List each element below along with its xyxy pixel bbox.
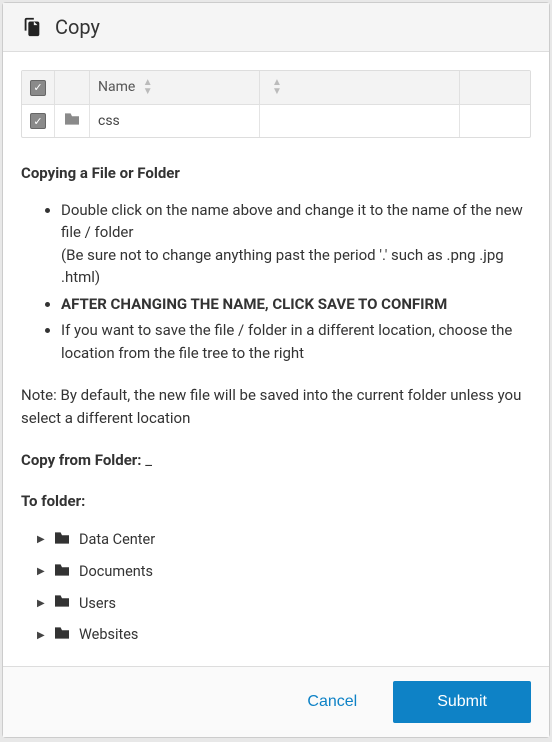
submit-button[interactable]: Submit bbox=[393, 681, 531, 723]
folder-icon bbox=[53, 626, 71, 644]
instructions-note: Note: By default, the new file will be s… bbox=[21, 384, 531, 429]
tree-item-documents[interactable]: ▶ Documents bbox=[37, 556, 531, 588]
last-column-header bbox=[460, 71, 531, 105]
tree-item-websites[interactable]: ▶ Websites bbox=[37, 619, 531, 651]
instruction-text: Double click on the name above and chang… bbox=[61, 201, 523, 242]
tree-item-users[interactable]: ▶ Users bbox=[37, 588, 531, 620]
folder-icon bbox=[53, 563, 71, 581]
instruction-item: If you want to save the file / folder in… bbox=[61, 319, 531, 364]
caret-right-icon: ▶ bbox=[37, 628, 45, 643]
dialog-title: Copy bbox=[55, 15, 100, 39]
folder-icon bbox=[63, 111, 81, 130]
blank-column-header[interactable]: ▲▼ bbox=[260, 71, 460, 105]
row-blank-cell bbox=[260, 105, 460, 138]
table-row[interactable]: ✓ css bbox=[22, 105, 530, 138]
name-column-label: Name bbox=[98, 79, 135, 95]
dialog-header: Copy bbox=[3, 3, 549, 52]
copy-icon bbox=[21, 16, 43, 38]
tree-item-label: Websites bbox=[79, 624, 138, 646]
folder-tree: ▶ Data Center ▶ Documents ▶ Users bbox=[21, 524, 531, 651]
tree-item-label: Data Center bbox=[79, 529, 155, 551]
instruction-item: Double click on the name above and chang… bbox=[61, 199, 531, 289]
caret-right-icon: ▶ bbox=[37, 532, 45, 547]
copy-from-value: _ bbox=[145, 451, 152, 469]
tree-item-label: Users bbox=[79, 593, 116, 615]
instruction-item-strong: AFTER CHANGING THE NAME, CLICK SAVE TO C… bbox=[61, 293, 531, 316]
type-column-header[interactable] bbox=[55, 71, 90, 105]
caret-right-icon: ▶ bbox=[37, 564, 45, 579]
instructions-list: Double click on the name above and chang… bbox=[21, 199, 531, 365]
caret-right-icon: ▶ bbox=[37, 596, 45, 611]
copy-from-label: Copy from Folder: bbox=[21, 451, 142, 469]
to-folder-label: To folder: bbox=[21, 490, 531, 513]
row-name-cell[interactable]: css bbox=[90, 105, 260, 138]
dialog-footer: Cancel Submit bbox=[3, 666, 549, 737]
folder-icon bbox=[53, 531, 71, 549]
row-last-cell bbox=[460, 105, 531, 138]
sort-icon: ▲▼ bbox=[272, 78, 282, 96]
instructions-title: Copying a File or Folder bbox=[21, 162, 531, 185]
instruction-subtext: (Be sure not to change anything past the… bbox=[61, 246, 504, 287]
dialog-body: ✓ Name ▲▼ ▲▼ bbox=[3, 52, 549, 666]
tree-item-label: Documents bbox=[79, 561, 153, 583]
sort-icon: ▲▼ bbox=[143, 78, 153, 96]
copy-dialog: Copy ✓ Name ▲▼ ▲▼ bbox=[2, 2, 550, 738]
row-checkbox[interactable]: ✓ bbox=[30, 113, 46, 129]
file-table: ✓ Name ▲▼ ▲▼ bbox=[21, 70, 531, 138]
select-all-cell[interactable]: ✓ bbox=[22, 71, 55, 105]
cancel-button[interactable]: Cancel bbox=[291, 683, 373, 721]
folder-icon bbox=[53, 594, 71, 612]
tree-item-data-center[interactable]: ▶ Data Center bbox=[37, 524, 531, 556]
copy-from-line: Copy from Folder: _ bbox=[21, 449, 531, 472]
name-column-header[interactable]: Name ▲▼ bbox=[90, 71, 260, 105]
select-all-checkbox[interactable]: ✓ bbox=[30, 80, 46, 96]
